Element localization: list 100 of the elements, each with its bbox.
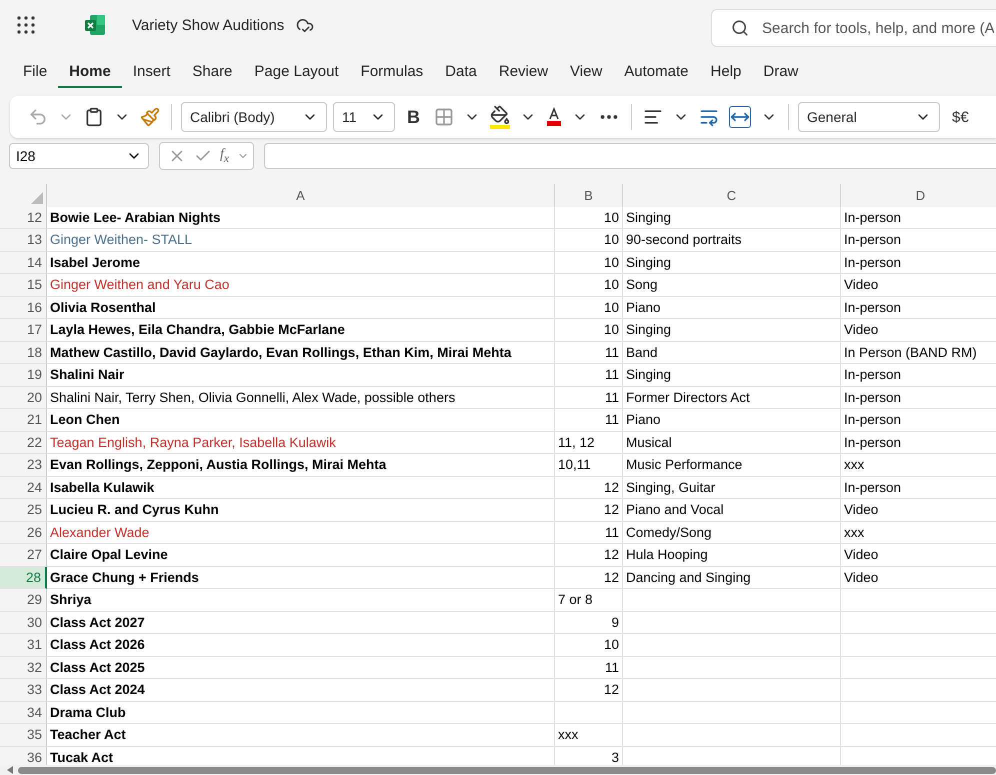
table-cell: 11 <box>555 656 623 679</box>
row-header[interactable]: 17 <box>0 319 47 342</box>
row-header[interactable]: 13 <box>0 229 47 252</box>
row-header[interactable]: 16 <box>0 296 47 319</box>
column-header[interactable]: B <box>555 184 623 207</box>
row-header[interactable]: 30 <box>0 612 47 634</box>
ribbon-tab[interactable]: Data <box>434 56 488 88</box>
font-select[interactable]: Calibri (Body) <box>181 102 327 132</box>
cloud-check-icon <box>296 16 314 34</box>
ribbon-tab[interactable]: Help <box>700 56 752 88</box>
column-header[interactable]: D <box>841 184 996 207</box>
table-cell: Class Act 2027 <box>47 612 555 634</box>
row-header[interactable]: 21 <box>0 409 47 432</box>
row-header[interactable]: 14 <box>0 252 47 274</box>
row-header[interactable]: 12 <box>0 206 47 229</box>
row-header[interactable]: 28 <box>0 566 47 589</box>
document-title: Variety Show Auditions <box>132 16 284 34</box>
table-cell: In-person <box>841 364 996 386</box>
table-cell: Music Performance <box>623 454 841 476</box>
row-header[interactable]: 19 <box>0 364 47 386</box>
font-color-icon[interactable] <box>544 107 564 127</box>
table-cell: 10 <box>555 206 623 229</box>
table-cell: 11, 12 <box>555 432 623 454</box>
table-cell: Claire Opal Levine <box>47 544 555 566</box>
table-cell: In-person <box>841 409 996 432</box>
table-cell: Lucieu R. and Cyrus Kuhn <box>47 499 555 522</box>
ribbon-tab[interactable]: File <box>12 56 58 88</box>
horizontal-scrollbar[interactable] <box>18 766 996 774</box>
row-header[interactable]: 33 <box>0 679 47 702</box>
row-header[interactable]: 15 <box>0 274 47 296</box>
table-cell: Mathew Castillo, David Gaylardo, Evan Rollings, Ethan Kim, Mirai Mehta <box>47 342 555 364</box>
row-header[interactable]: 29 <box>0 589 47 612</box>
row-header[interactable]: 36 <box>0 746 47 765</box>
ribbon-tab[interactable]: Automate <box>613 56 700 88</box>
formula-input[interactable] <box>264 143 996 169</box>
table-cell: xxx <box>555 724 623 746</box>
table-cell: 10 <box>555 229 623 252</box>
table-cell: 11 <box>555 364 623 386</box>
row-header[interactable]: 31 <box>0 634 47 656</box>
column-header[interactable]: C <box>623 184 841 207</box>
column-header[interactable]: A <box>47 184 555 207</box>
table-cell: Shalini Nair <box>47 364 555 386</box>
app-launcher-icon[interactable] <box>16 15 36 35</box>
row-header[interactable]: 35 <box>0 724 47 746</box>
row-header[interactable]: 23 <box>0 454 47 476</box>
row-header[interactable]: 25 <box>0 499 47 522</box>
ribbon-tab[interactable]: Home <box>58 56 122 88</box>
table-cell: Video <box>841 544 996 566</box>
table-cell: Video <box>841 499 996 522</box>
number-format-select[interactable]: General <box>798 102 940 132</box>
table-cell: Class Act 2025 <box>47 656 555 679</box>
row-header[interactable]: 22 <box>0 432 47 454</box>
ribbon-tab[interactable]: View <box>559 56 614 88</box>
table-cell: Leon Chen <box>47 409 555 432</box>
ribbon-tab[interactable]: Page Layout <box>243 56 350 88</box>
table-cell: 12 <box>555 679 623 702</box>
bold-button[interactable]: B <box>401 104 426 130</box>
font-size-select[interactable]: 11 <box>333 102 395 132</box>
row-header[interactable]: 20 <box>0 386 47 409</box>
table-cell: 9 <box>555 612 623 634</box>
row-header[interactable]: 18 <box>0 342 47 364</box>
table-cell: 11 <box>555 409 623 432</box>
row-header[interactable]: 24 <box>0 476 47 499</box>
table-cell: 12 <box>555 499 623 522</box>
ribbon-tab[interactable]: Insert <box>122 56 182 88</box>
table-cell: xxx <box>841 454 996 476</box>
table-cell: In-person <box>841 432 996 454</box>
table-cell: Piano and Vocal <box>623 499 841 522</box>
table-cell: Singing <box>623 319 841 342</box>
ribbon-tab[interactable]: Formulas <box>350 56 434 88</box>
row-header[interactable]: 34 <box>0 702 47 724</box>
table-cell: Evan Rollings, Zepponi, Austia Rollings, Mirai Mehta <box>47 454 555 476</box>
currency-button[interactable]: $€ <box>946 106 975 128</box>
table-cell: 10 <box>555 634 623 656</box>
table-cell: In Person (BAND RM) <box>841 342 996 364</box>
ribbon-tab[interactable]: Share <box>181 56 244 88</box>
ribbon-tab[interactable]: Draw <box>752 56 810 88</box>
ribbon-tab[interactable]: Review <box>488 56 560 88</box>
table-cell: 10 <box>555 252 623 274</box>
table-cell: Musical <box>623 432 841 454</box>
table-cell: Alexander Wade <box>47 522 555 544</box>
row-header[interactable]: 26 <box>0 522 47 544</box>
search-icon <box>731 19 749 37</box>
row-header[interactable]: 27 <box>0 544 47 566</box>
merge-icon[interactable] <box>727 104 753 130</box>
fill-color-icon[interactable] <box>488 103 512 131</box>
table-cell: Bowie Lee- Arabian Nights <box>47 206 555 229</box>
paintbrush-icon[interactable] <box>138 105 162 129</box>
table-cell: 7 or 8 <box>555 589 623 612</box>
row-header[interactable]: 32 <box>0 656 47 679</box>
table-cell: Singing <box>623 252 841 274</box>
table-cell: Singing <box>623 364 841 386</box>
table-cell: 11 <box>555 342 623 364</box>
table-cell: 90-second portraits <box>623 229 841 252</box>
table-cell: Ginger Weithen and Yaru Cao <box>47 274 555 296</box>
table-cell: Singing <box>623 206 841 229</box>
name-box[interactable]: I28 <box>9 143 149 169</box>
insert-function-button[interactable]: f$_{x}$ <box>220 147 230 165</box>
table-cell: In-person <box>841 206 996 229</box>
table-cell: Video <box>841 274 996 296</box>
